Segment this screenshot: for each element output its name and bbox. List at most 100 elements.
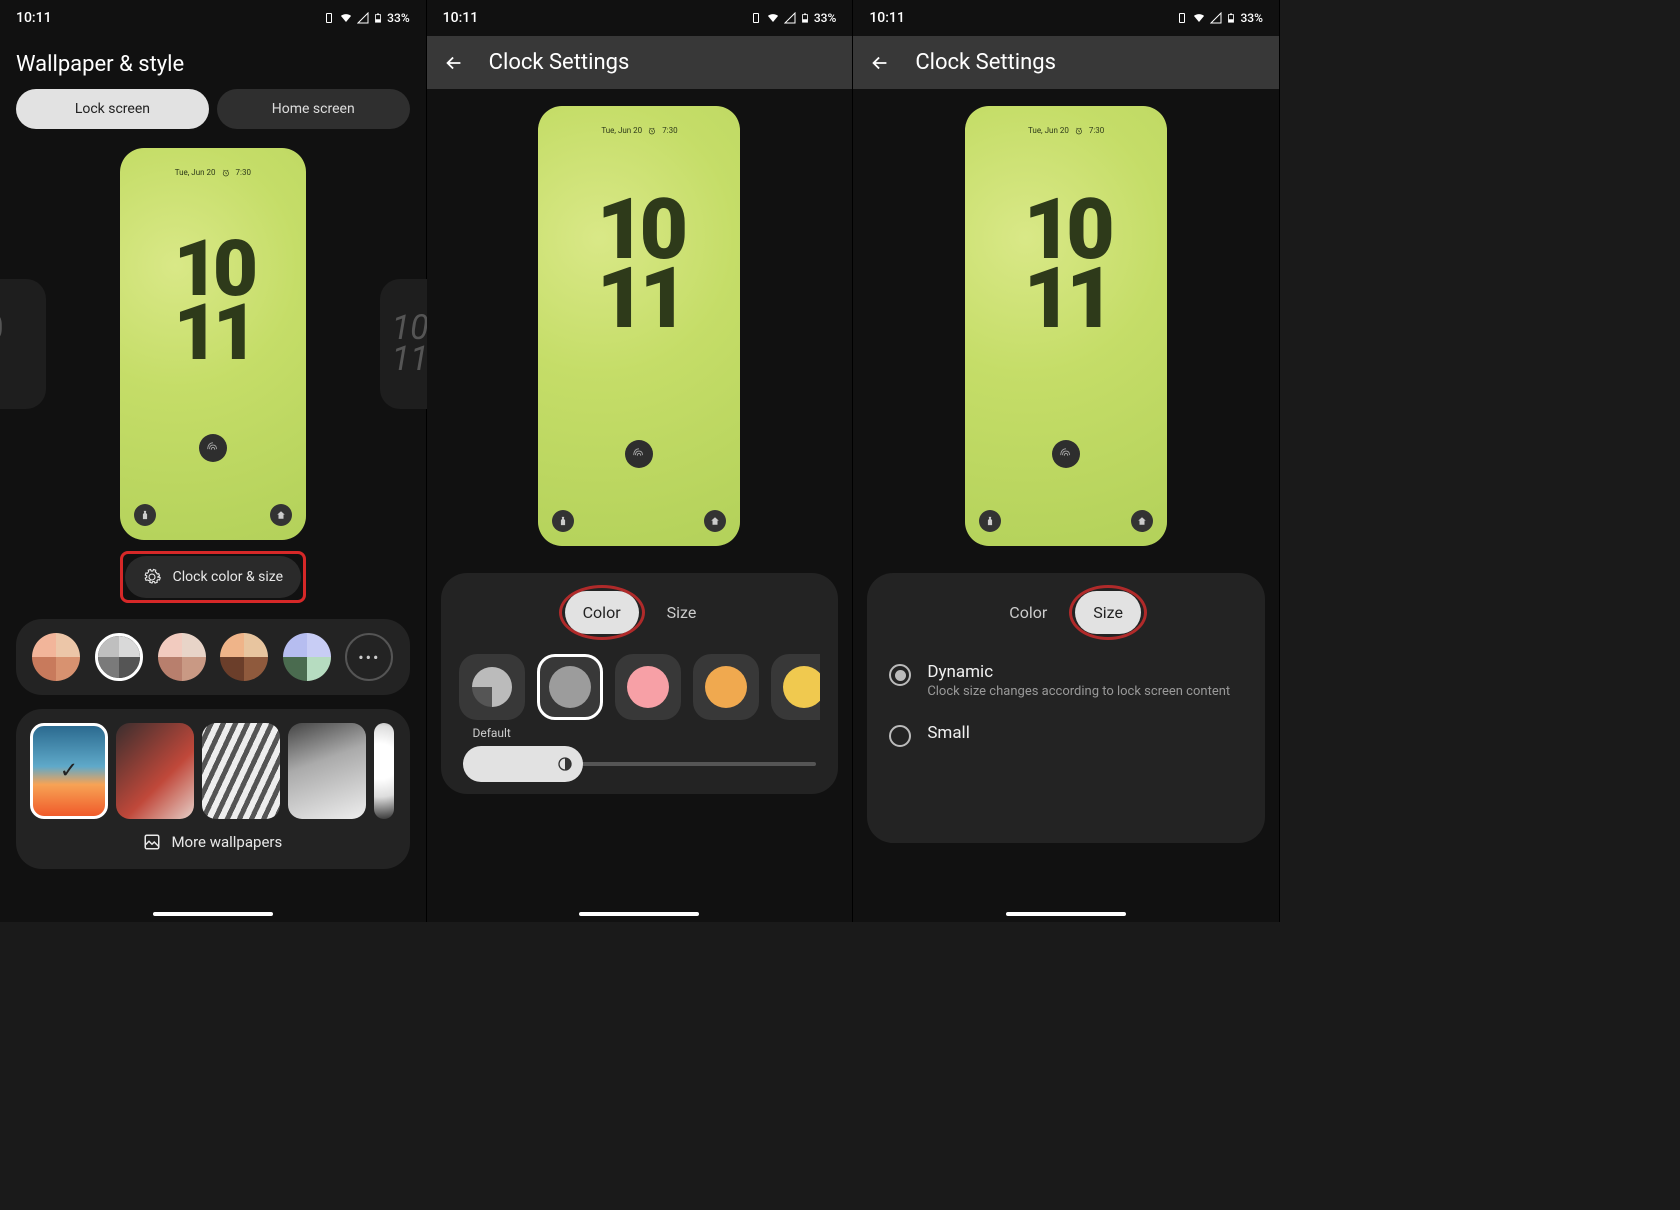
clock-settings-panel: Color Size Default — [441, 573, 839, 794]
home-icon — [704, 510, 726, 532]
preview-clock: 10 11 — [1023, 196, 1108, 334]
page-title: Clock Settings — [489, 50, 630, 75]
status-time: 10:11 — [16, 10, 52, 26]
tab-home-screen[interactable]: Home screen — [217, 89, 410, 129]
tab-size[interactable]: Size — [649, 591, 715, 634]
alarm-icon — [1075, 127, 1083, 135]
theme-swatch-1[interactable] — [32, 633, 80, 681]
battery-percent: 33% — [814, 11, 836, 25]
theme-swatch-more[interactable]: ••• — [345, 633, 393, 681]
alarm-icon — [648, 127, 656, 135]
color-option-default[interactable] — [459, 654, 525, 720]
default-color-icon — [471, 666, 513, 708]
radio-icon — [889, 664, 911, 686]
alarm-icon — [222, 169, 230, 177]
nav-handle[interactable] — [153, 912, 273, 916]
wifi-icon — [1192, 12, 1206, 24]
preview-area: 10 11 Tue, Jun 20 7:30 10 11 10 11 — [0, 141, 426, 541]
color-option-grey[interactable] — [537, 654, 603, 720]
wallpaper-thumb-5[interactable] — [374, 723, 394, 819]
preview-area: Tue, Jun 20 7:30 10 11 — [427, 89, 853, 557]
status-bar: 10:11 33% — [427, 0, 853, 36]
status-icons: 33% — [323, 11, 409, 25]
tab-color[interactable]: Color — [565, 591, 639, 634]
clock-style-prev[interactable]: 10 11 — [0, 279, 46, 409]
option-title: Dynamic — [927, 662, 1230, 682]
tab-lock-screen[interactable]: Lock screen — [16, 89, 209, 129]
flashlight-icon — [979, 510, 1001, 532]
fingerprint-icon — [199, 434, 227, 462]
tab-size[interactable]: Size — [1075, 591, 1141, 634]
nav-handle[interactable] — [1006, 912, 1126, 916]
screen-clock-size: 10:11 33% Clock Settings Tue, Jun 20 7:3… — [853, 0, 1280, 922]
preview-clock: 10 11 — [174, 238, 252, 366]
slider-thumb[interactable] — [463, 746, 583, 782]
wifi-icon — [339, 12, 353, 24]
more-wallpapers-button[interactable]: More wallpapers — [28, 819, 398, 855]
signal-icon — [1210, 12, 1222, 24]
battery-icon — [373, 11, 383, 25]
lockscreen-preview: Tue, Jun 20 7:30 10 11 — [538, 106, 740, 546]
home-icon — [270, 504, 292, 526]
preview-area: Tue, Jun 20 7:30 10 11 — [853, 89, 1279, 557]
theme-swatch-3[interactable] — [158, 633, 206, 681]
preview-bottom-icons — [538, 510, 740, 532]
clock-color-size-button[interactable]: Clock color & size — [125, 556, 301, 598]
wallpaper-thumb-3[interactable] — [202, 723, 280, 819]
status-bar: 10:11 33% — [0, 0, 426, 36]
back-arrow-icon[interactable] — [869, 52, 891, 74]
checkmark-icon: ✓ — [60, 759, 78, 784]
battery-icon — [1226, 11, 1236, 25]
nav-handle[interactable] — [579, 912, 699, 916]
radio-icon — [889, 725, 911, 747]
theme-swatch-4[interactable] — [220, 633, 268, 681]
fingerprint-icon — [1052, 440, 1080, 468]
screen-wallpaper-style: 10:11 33% Wallpaper & style Lock screen … — [0, 0, 427, 922]
signal-icon — [784, 12, 796, 24]
status-icons: 33% — [1176, 11, 1262, 25]
preview-date: Tue, Jun 20 7:30 — [175, 168, 251, 177]
tab-color[interactable]: Color — [991, 591, 1065, 634]
preview-clock: 10 11 — [597, 196, 682, 334]
wallpaper-thumb-1[interactable]: ✓ — [30, 723, 108, 819]
screen-tabs: Lock screen Home screen — [0, 89, 426, 141]
contrast-icon — [557, 756, 573, 772]
color-size-tabs: Color Size — [459, 591, 821, 634]
signal-icon — [357, 12, 369, 24]
color-option-pink[interactable] — [615, 654, 681, 720]
color-swatch-card: ••• — [16, 619, 410, 695]
wallpaper-icon — [143, 833, 161, 851]
wallpaper-thumb-4[interactable] — [288, 723, 366, 819]
color-options-row: Default — [459, 654, 821, 740]
color-option-label: Default — [472, 726, 510, 740]
page-title: Clock Settings — [915, 50, 1056, 75]
lockscreen-preview: Tue, Jun 20 7:30 10 11 — [965, 106, 1167, 546]
fingerprint-icon — [625, 440, 653, 468]
theme-swatch-2[interactable] — [95, 633, 143, 681]
preview-bottom-icons — [120, 504, 306, 526]
color-option-more[interactable] — [771, 654, 821, 720]
gear-icon — [143, 568, 161, 586]
theme-swatch-5[interactable] — [283, 633, 331, 681]
option-title: Small — [927, 723, 970, 743]
portrait-icon — [750, 12, 762, 24]
clock-settings-highlight: Clock color & size — [0, 541, 426, 603]
battery-icon — [800, 11, 810, 25]
page-title: Wallpaper & style — [0, 36, 426, 89]
lockscreen-preview[interactable]: Tue, Jun 20 7:30 10 11 — [120, 148, 306, 540]
wallpaper-thumb-2[interactable] — [116, 723, 194, 819]
status-time: 10:11 — [443, 10, 479, 26]
size-option-small[interactable]: Small — [885, 715, 1247, 763]
preview-date: Tue, Jun 20 7:30 — [601, 126, 677, 135]
portrait-icon — [323, 12, 335, 24]
status-bar: 10:11 33% — [853, 0, 1279, 36]
size-option-dynamic[interactable]: Dynamic Clock size changes according to … — [885, 654, 1247, 715]
color-option-orange[interactable] — [693, 654, 759, 720]
wifi-icon — [766, 12, 780, 24]
battery-percent: 33% — [1240, 11, 1262, 25]
saturation-slider[interactable] — [463, 762, 817, 766]
preview-bottom-icons — [965, 510, 1167, 532]
back-arrow-icon[interactable] — [443, 52, 465, 74]
flashlight-icon — [552, 510, 574, 532]
flashlight-icon — [134, 504, 156, 526]
